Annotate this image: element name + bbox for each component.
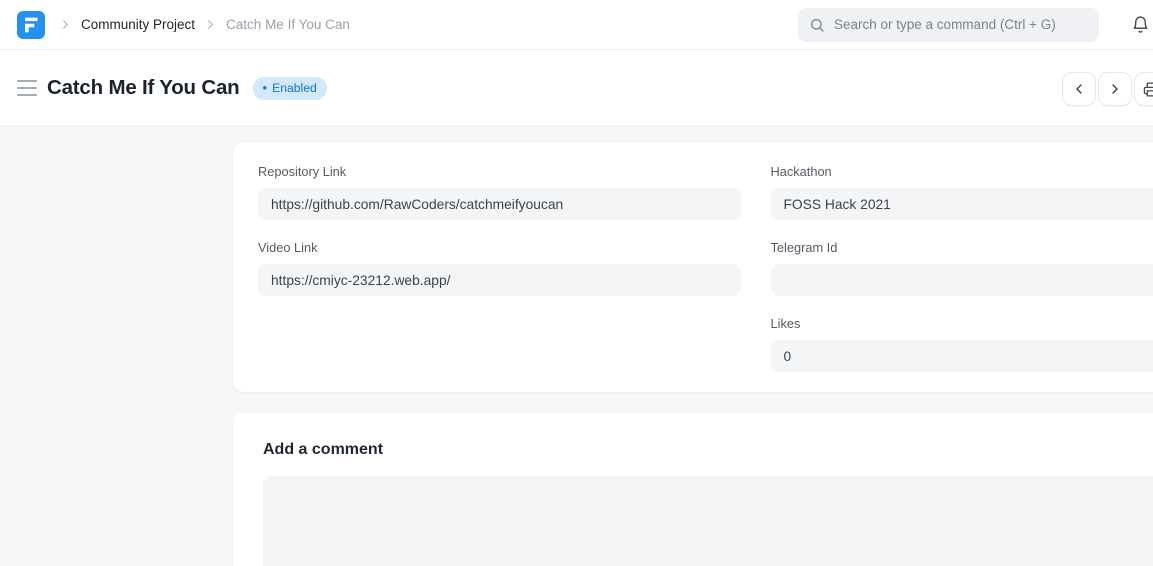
field-label: Hackathon [771, 164, 1153, 179]
top-navbar: Community Project Catch Me If You Can [0, 0, 1153, 50]
field-likes: Likes [771, 316, 1153, 372]
breadcrumb-item-community-project[interactable]: Community Project [81, 17, 195, 32]
hackathon-input[interactable] [771, 188, 1153, 220]
chevron-right-icon [1107, 81, 1123, 97]
video-link-input[interactable] [258, 264, 741, 296]
breadcrumb-item-current: Catch Me If You Can [226, 17, 350, 32]
chevron-right-icon [58, 17, 73, 32]
menu-icon [17, 80, 37, 82]
form-column-right: Hackathon Telegram Id Likes [771, 164, 1153, 392]
comments-section-card: Add a comment [233, 413, 1153, 566]
next-record-button[interactable] [1098, 72, 1132, 106]
frappe-f-icon [17, 11, 45, 39]
status-badge: • Enabled [253, 77, 327, 100]
chevron-right-icon [203, 17, 218, 32]
printer-icon [1143, 81, 1153, 98]
page-header: Catch Me If You Can • Enabled [0, 50, 1153, 127]
search-input[interactable] [832, 16, 1088, 33]
bell-icon [1131, 15, 1150, 35]
field-label: Video Link [258, 240, 741, 255]
field-hackathon: Hackathon [771, 164, 1153, 220]
header-actions [1062, 72, 1153, 106]
menu-icon [17, 94, 37, 96]
field-label: Likes [771, 316, 1153, 331]
field-label: Telegram Id [771, 240, 1153, 255]
sidebar-toggle-button[interactable] [17, 76, 37, 100]
previous-record-button[interactable] [1062, 72, 1096, 106]
field-telegram-id: Telegram Id [771, 240, 1153, 296]
likes-input[interactable] [771, 340, 1153, 372]
notifications-button[interactable] [1129, 12, 1151, 38]
repository-link-input[interactable] [258, 188, 741, 220]
print-button[interactable] [1134, 72, 1153, 106]
global-search[interactable] [798, 8, 1099, 42]
frappe-logo[interactable] [17, 11, 45, 39]
comment-input[interactable] [263, 476, 1153, 566]
menu-icon [17, 87, 37, 89]
page-body: Repository Link Video Link Hackathon Tel… [0, 128, 1153, 566]
chevron-left-icon [1071, 81, 1087, 97]
app-window: Community Project Catch Me If You Can C [0, 0, 1153, 566]
telegram-id-input[interactable] [771, 264, 1153, 296]
form-column-left: Repository Link Video Link [258, 164, 741, 392]
breadcrumb: Community Project Catch Me If You Can [58, 17, 350, 32]
form-section-card: Repository Link Video Link Hackathon Tel… [233, 143, 1153, 392]
field-label: Repository Link [258, 164, 741, 179]
field-repository-link: Repository Link [258, 164, 741, 220]
form-grid: Repository Link Video Link Hackathon Tel… [258, 164, 1153, 392]
search-icon [809, 17, 825, 33]
status-label: Enabled [272, 81, 317, 95]
status-dot: • [263, 81, 268, 94]
page-title: Catch Me If You Can [47, 76, 240, 100]
field-video-link: Video Link [258, 240, 741, 296]
comments-heading: Add a comment [263, 441, 1153, 459]
